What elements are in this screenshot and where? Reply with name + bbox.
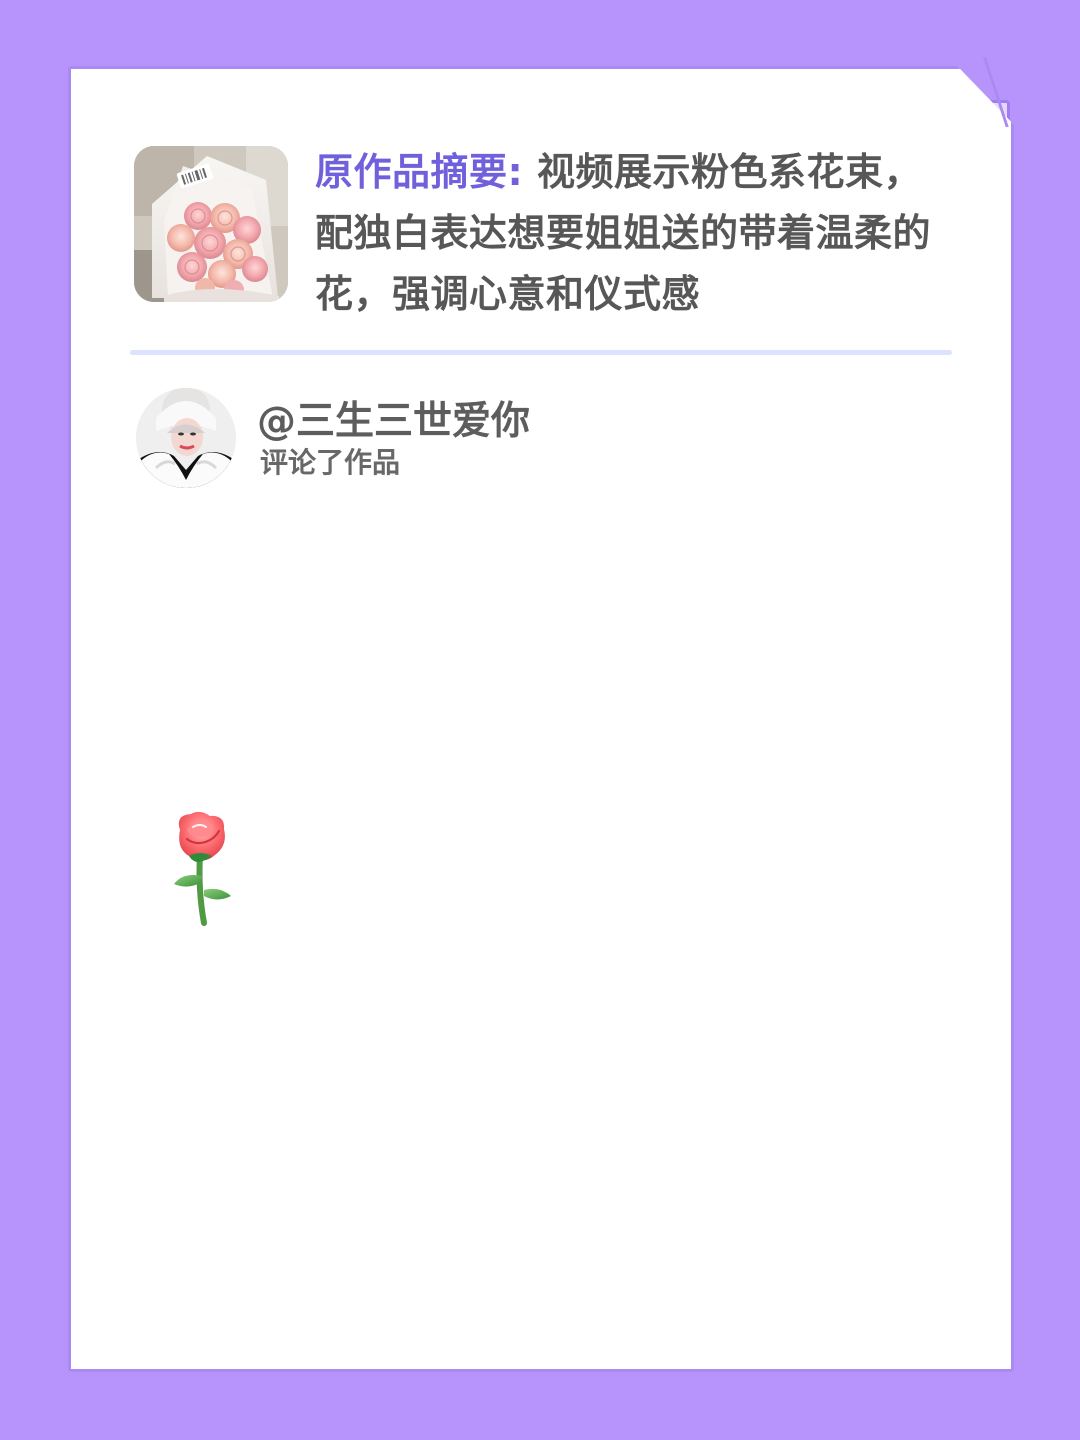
user-avatar[interactable] bbox=[136, 388, 236, 488]
summary-label: 原作品摘要: bbox=[315, 150, 524, 194]
summary-text: 原作品摘要: 视频展示粉色系花束，配独白表达想要姐姐送的带着温柔的花，强调心意和… bbox=[315, 142, 955, 325]
section-divider bbox=[130, 350, 952, 355]
comment-action-text: 评论了作品 bbox=[260, 446, 401, 479]
comment-header: @三生三世爱你 评论了作品 bbox=[136, 388, 696, 490]
avatar-image bbox=[136, 388, 236, 488]
rose-icon bbox=[174, 811, 231, 926]
comment-content: 🌹 bbox=[163, 810, 243, 930]
bouquet-thumbnail[interactable] bbox=[134, 146, 288, 302]
summary-section: 原作品摘要: 视频展示粉色系花束，配独白表达想要姐姐送的带着温柔的花，强调心意和… bbox=[134, 146, 954, 316]
comment-username[interactable]: @三生三世爱你 bbox=[257, 400, 530, 444]
bouquet-image bbox=[134, 146, 288, 302]
